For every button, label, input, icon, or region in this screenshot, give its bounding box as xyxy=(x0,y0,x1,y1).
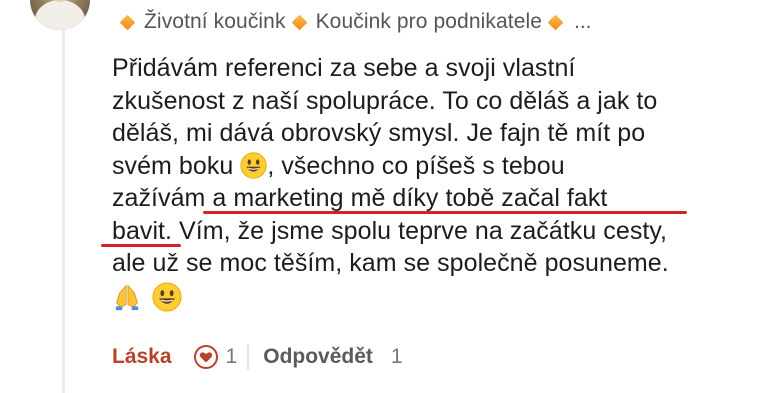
comment-emoji-line xyxy=(112,280,752,315)
grinning-face-emoji xyxy=(152,281,182,312)
highlight-underline xyxy=(203,211,687,214)
comment-text: , všechno co píšeš s tebou xyxy=(267,151,565,180)
comment-line: bavit. Vím, že jsme spolu teprve na začá… xyxy=(112,216,668,245)
avatar-shoulders xyxy=(35,0,85,30)
comment-body: Přidávám referenci za sebe a svoji vlast… xyxy=(112,52,752,314)
heart-icon[interactable] xyxy=(193,345,218,369)
action-divider xyxy=(247,344,250,370)
comment-line: Přidávám referenci za sebe a svoji vlast… xyxy=(112,54,576,82)
tag-zivotni-koucink[interactable]: Životní koučink xyxy=(144,10,286,34)
avatar[interactable] xyxy=(30,0,90,30)
orange-diamond-icon xyxy=(547,14,564,30)
comment-text: svém boku xyxy=(112,151,241,180)
reply-count: 1 xyxy=(390,345,403,368)
highlight-underline xyxy=(101,244,181,247)
comment-line: svém boku , všechno co píšeš s tebou xyxy=(112,150,752,183)
comment-line: děláš, mi dává obrovský smysl. Je fajn t… xyxy=(112,119,646,147)
tag-list: Životní koučink Koučink pro podnikatele … xyxy=(118,8,592,36)
folded-hands-emoji xyxy=(115,284,139,310)
thread-line xyxy=(62,30,65,393)
grinning-face-emoji xyxy=(240,151,267,179)
comment-line: ale už se moc těším, kam se společně pos… xyxy=(112,249,669,277)
love-button[interactable]: Láska xyxy=(112,345,172,369)
comment-line: zkušenost z naší spolupráce. To co děláš… xyxy=(112,86,658,115)
tags-overflow[interactable]: ... xyxy=(574,10,592,34)
comment-line: zažívám a marketing mě díky tobě začal f… xyxy=(112,184,608,212)
comment-actions: Láska 1 Odpovědět 1 xyxy=(112,341,403,373)
love-count: 1 xyxy=(225,345,238,368)
orange-diamond-icon xyxy=(119,14,136,30)
orange-diamond-icon xyxy=(291,14,307,30)
tag-koucink-pro-podnikatele[interactable]: Koučink pro podnikatele xyxy=(316,10,542,34)
reply-button[interactable]: Odpovědět xyxy=(263,345,373,369)
